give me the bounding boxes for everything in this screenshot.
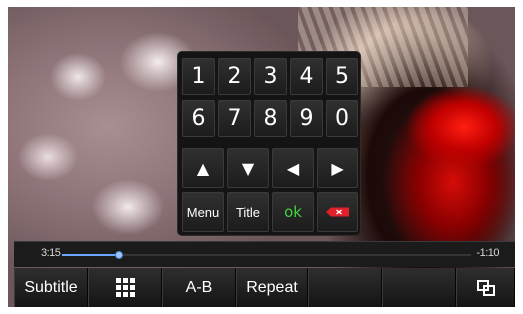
menu-button[interactable]: Menu (182, 192, 224, 232)
elapsed-time: 3:15 (41, 247, 61, 259)
key-6[interactable]: 6 (182, 100, 215, 137)
seek-handle[interactable] (115, 251, 124, 259)
key-8[interactable]: 8 (254, 100, 287, 137)
repeat-button[interactable]: Repeat (236, 268, 308, 307)
title-button[interactable]: Title (227, 192, 269, 232)
delete-button[interactable] (317, 192, 358, 232)
key-5[interactable]: 5 (326, 58, 358, 95)
arrow-up-icon: ▲ (196, 158, 210, 178)
key-0[interactable]: 0 (326, 100, 358, 137)
arrow-right-button[interactable]: ▶ (317, 148, 358, 188)
grid-button[interactable] (88, 268, 162, 307)
arrow-left-icon: ◀ (286, 158, 300, 178)
key-1[interactable]: 1 (182, 58, 215, 95)
ab-label: A-B (185, 278, 213, 296)
window-button[interactable] (456, 268, 515, 307)
key-7[interactable]: 7 (218, 100, 251, 137)
ok-button[interactable]: ok (272, 192, 314, 232)
subtitle-label: Subtitle (24, 278, 78, 296)
numeric-keypad: 1 2 3 4 5 6 7 8 9 0 ▲ ▼ ◀ ▶ Menu Title o… (177, 51, 361, 236)
seek-track[interactable] (62, 251, 471, 259)
arrow-up-button[interactable]: ▲ (182, 148, 224, 188)
key-4[interactable]: 4 (290, 58, 323, 95)
arrow-down-icon: ▼ (241, 158, 255, 178)
remaining-time: -1:10 (476, 247, 499, 259)
bottom-toolbar: Subtitle A-B Repeat (14, 268, 515, 307)
empty-slot-2 (382, 268, 456, 307)
progress-bar-area: 3:15 -1:10 (14, 241, 515, 267)
delete-icon (325, 207, 349, 217)
ab-repeat-button[interactable]: A-B (162, 268, 236, 307)
key-2[interactable]: 2 (218, 58, 251, 95)
arrow-right-icon: ▶ (331, 158, 344, 178)
key-3[interactable]: 3 (254, 58, 287, 95)
arrow-left-button[interactable]: ◀ (272, 148, 314, 188)
key-9[interactable]: 9 (290, 100, 323, 137)
window-icon (476, 279, 495, 296)
seek-progress (62, 254, 120, 256)
subtitle-button[interactable]: Subtitle (14, 268, 88, 307)
repeat-label: Repeat (246, 278, 298, 296)
empty-slot-1 (308, 268, 382, 307)
grid-icon (115, 278, 135, 297)
arrow-down-button[interactable]: ▼ (227, 148, 269, 188)
